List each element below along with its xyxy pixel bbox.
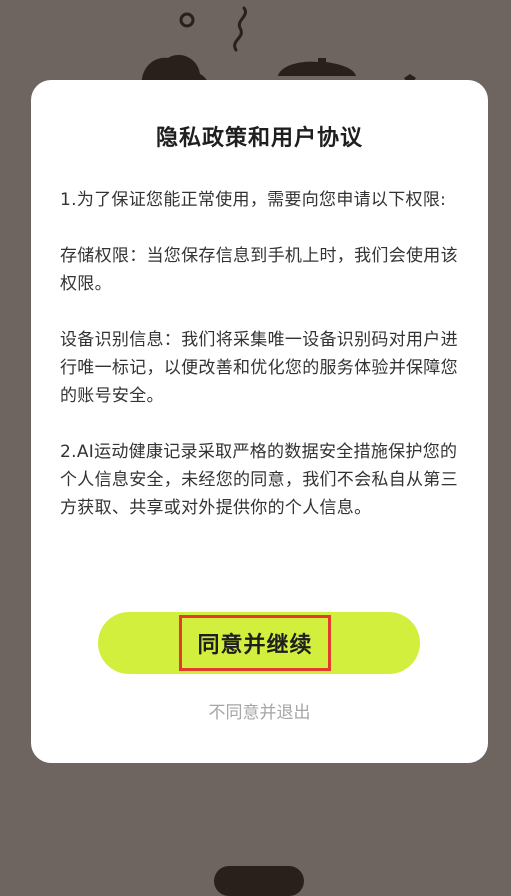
agree-continue-label: 同意并继续 [179, 615, 331, 671]
dialog-title: 隐私政策和用户协议 [155, 126, 363, 151]
agree-continue-button[interactable]: 同意并继续 [98, 612, 420, 674]
bottom-tab-hint [214, 866, 304, 896]
paragraph-permissions-intro: 1.为了保证您能正常使用，需要向您申请以下权限: [60, 190, 447, 210]
privacy-dialog: 隐私政策和用户协议 1.为了保证您能正常使用，需要向您申请以下权限: 存储权限：… [31, 80, 488, 763]
dialog-body: 1.为了保证您能正常使用，需要向您申请以下权限: 存储权限：当您保存信息到手机上… [60, 186, 464, 550]
paragraph-storage-permission: 存储权限：当您保存信息到手机上时，我们会使用该权限。 [60, 246, 458, 294]
disagree-exit-link[interactable]: 不同意并退出 [31, 698, 488, 723]
paragraph-device-id: 设备识别信息：我们将采集唯一设备识别码对用户进行唯一标记，以便改善和优化您的服务… [60, 330, 458, 406]
bubble-circle-icon [179, 12, 195, 28]
pot-lid-icon [278, 58, 356, 76]
paragraph-data-security: 2.AI运动健康记录采取严格的数据安全措施保护您的个人信息安全，未经您的同意，我… [60, 442, 458, 518]
steam-squiggle-icon [233, 6, 247, 52]
